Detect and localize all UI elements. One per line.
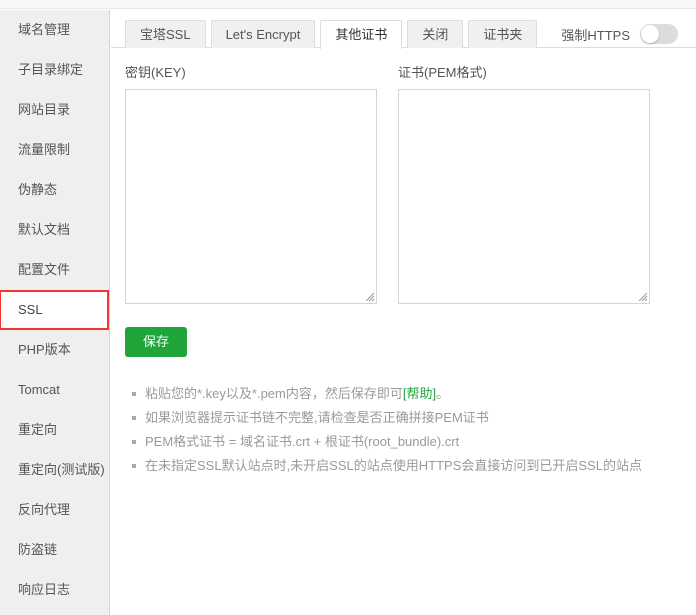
help-note-item: PEM格式证书 = 域名证书.crt + 根证书(root_bundle).cr… [145, 430, 695, 454]
sidebar-item-ssl[interactable]: SSL [0, 290, 109, 330]
sidebar-item-0[interactable]: 域名管理 [0, 10, 109, 50]
sidebar-item-1[interactable]: 子目录绑定 [0, 50, 109, 90]
sidebar-item-8[interactable]: PHP版本 [0, 330, 109, 370]
sidebar-item-2[interactable]: 网站目录 [0, 90, 109, 130]
tab-2[interactable]: 其他证书 [320, 20, 402, 49]
cert-field-label: 证书(PEM格式) [398, 62, 650, 81]
force-https-toggle[interactable] [640, 24, 678, 44]
tab-4[interactable]: 证书夹 [468, 20, 537, 48]
key-input[interactable] [125, 89, 377, 304]
help-note-item: 粘贴您的*.key以及*.pem内容，然后保存即可[帮助]。 [145, 382, 695, 406]
note-text: 如果浏览器提示证书链不完整,请检查是否正确拼接PEM证书 [145, 410, 489, 425]
sidebar-item-4[interactable]: 伪静态 [0, 170, 109, 210]
note-text: 在未指定SSL默认站点时,未开启SSL的站点使用HTTPS会直接访问到已开启SS… [145, 458, 642, 473]
sidebar-item-5[interactable]: 默认文档 [0, 210, 109, 250]
sidebar-item-13[interactable]: 防盗链 [0, 530, 109, 570]
tab-3[interactable]: 关闭 [407, 20, 463, 48]
settings-sidebar: 域名管理子目录绑定网站目录流量限制伪静态默认文档配置文件SSLPHP版本Tomc… [0, 10, 110, 615]
content-area: 宝塔SSLLet's Encrypt其他证书关闭证书夹 强制HTTPS 密钥(K… [111, 10, 696, 615]
sidebar-item-6[interactable]: 配置文件 [0, 250, 109, 290]
help-notes-list: 粘贴您的*.key以及*.pem内容，然后保存即可[帮助]。如果浏览器提示证书链… [125, 382, 695, 478]
sidebar-item-11[interactable]: 重定向(测试版) [0, 450, 109, 490]
help-link[interactable]: [帮助] [403, 386, 436, 401]
sidebar-item-3[interactable]: 流量限制 [0, 130, 109, 170]
force-https-label: 强制HTTPS [561, 25, 630, 44]
tab-list: 宝塔SSLLet's Encrypt其他证书关闭证书夹 [125, 20, 542, 48]
note-text-tail: 。 [436, 386, 449, 401]
key-field-group: 密钥(KEY) [125, 62, 377, 304]
force-https-control[interactable]: 强制HTTPS [561, 24, 678, 44]
help-note-item: 在未指定SSL默认站点时,未开启SSL的站点使用HTTPS会直接访问到已开启SS… [145, 454, 695, 478]
note-text: PEM格式证书 = 域名证书.crt + 根证书(root_bundle).cr… [145, 434, 459, 449]
help-note-item: 如果浏览器提示证书链不完整,请检查是否正确拼接PEM证书 [145, 406, 695, 430]
sidebar-item-10[interactable]: 重定向 [0, 410, 109, 450]
ssl-settings-panel: 域名管理子目录绑定网站目录流量限制伪静态默认文档配置文件SSLPHP版本Tomc… [0, 0, 696, 615]
tab-0[interactable]: 宝塔SSL [125, 20, 206, 48]
tab-1[interactable]: Let's Encrypt [211, 20, 316, 48]
sidebar-item-12[interactable]: 反向代理 [0, 490, 109, 530]
save-button[interactable]: 保存 [125, 327, 187, 357]
note-text: 粘贴您的*.key以及*.pem内容，然后保存即可 [145, 386, 403, 401]
key-field-label: 密钥(KEY) [125, 62, 377, 81]
cert-input[interactable] [398, 89, 650, 304]
sidebar-item-9[interactable]: Tomcat [0, 370, 109, 410]
sidebar-item-14[interactable]: 响应日志 [0, 570, 109, 610]
toggle-knob [641, 25, 659, 43]
window-top-strip [0, 0, 696, 9]
cert-field-group: 证书(PEM格式) [398, 62, 650, 304]
tab-bar: 宝塔SSLLet's Encrypt其他证书关闭证书夹 强制HTTPS [111, 10, 696, 48]
